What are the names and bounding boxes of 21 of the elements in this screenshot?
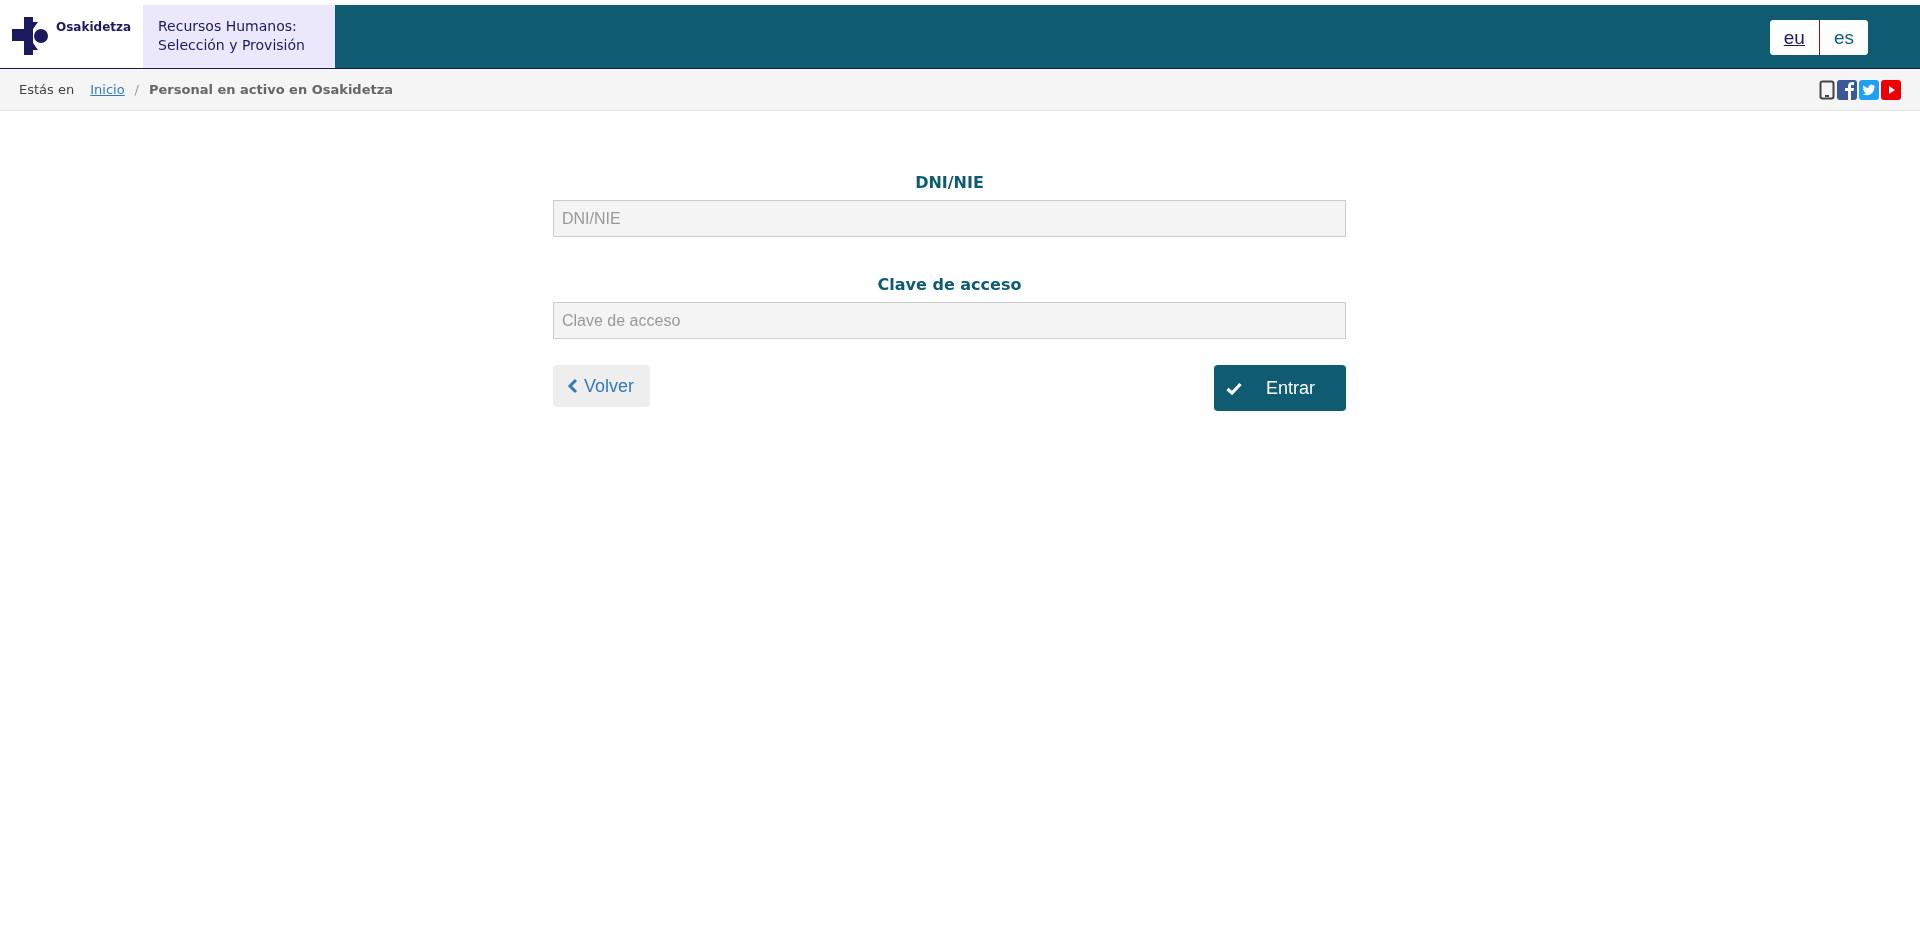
site-subtitle: Selección y Provisión — [158, 36, 306, 55]
breadcrumb-link[interactable]: Inicio — [90, 82, 125, 97]
twitter-icon[interactable] — [1859, 79, 1879, 100]
field-label: DNI/NIE — [914, 173, 985, 192]
input-field[interactable]: DNI/NIE — [553, 200, 1346, 237]
field-label: Clave de acceso — [876, 275, 1023, 294]
site-title: Recursos Humanos: — [158, 17, 298, 36]
check-icon — [1226, 381, 1242, 395]
submit-button[interactable]: Entrar — [1214, 365, 1346, 411]
breadcrumb-separator: / — [134, 82, 139, 97]
breadcrumb-current: Personal en activo en Osakidetza — [149, 82, 394, 97]
input-field[interactable]: Clave de acceso — [553, 302, 1346, 339]
back-button[interactable]: Volver — [553, 365, 651, 407]
tablet-icon[interactable] — [1819, 79, 1835, 100]
language-button[interactable]: es — [1818, 20, 1868, 55]
breadcrumb-prefix: Estás en — [19, 82, 75, 97]
facebook-icon[interactable] — [1837, 79, 1857, 100]
logo-icon — [12, 17, 50, 55]
chevron-left-icon — [567, 378, 578, 394]
brand-name: Osakidetza — [56, 20, 132, 34]
youtube-icon[interactable] — [1881, 79, 1901, 100]
